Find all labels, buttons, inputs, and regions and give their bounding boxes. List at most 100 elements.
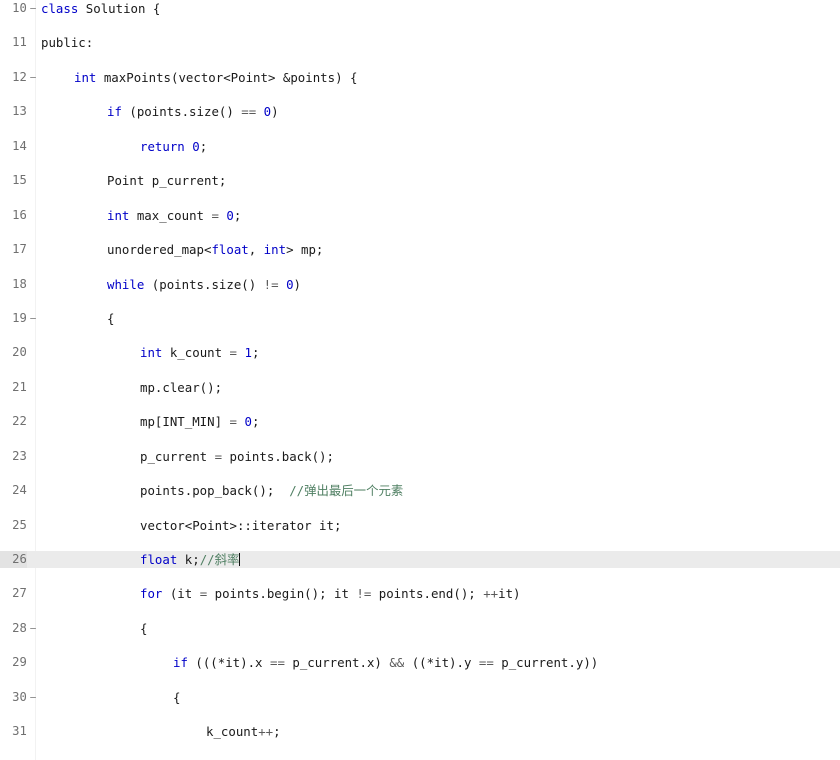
code-line[interactable]: 19− { [0,310,840,327]
line-number: 12 [12,69,27,84]
code-token-op: == [478,655,494,671]
code-token-num: 0 [286,276,294,292]
code-token-pln: Point p_current; [107,173,227,189]
code-token-pln: ) [293,276,301,292]
line-number: 30 [12,689,27,704]
code-token-pln: vector<Point>::iterator it; [140,517,342,533]
code-text: float k;//斜率 [140,551,241,568]
code-token-op: && [389,655,405,671]
code-text: int max_count = 0; [107,207,241,224]
line-number: 17 [12,242,27,257]
code-line[interactable]: 14 return 0; [0,138,840,155]
code-token-pln: p_current.y)) [493,655,599,671]
code-token-pln: ((*it).y [404,655,479,671]
code-text: { [140,620,147,637]
code-text: mp.clear(); [140,379,222,396]
code-line[interactable]: 13 if (points.size() == 0) [0,103,840,120]
code-token-kw: float [140,552,178,568]
code-token-op: = [229,345,237,361]
fold-toggle-icon[interactable]: − [29,0,37,17]
code-token-pln: { [140,620,148,636]
code-line[interactable]: 28− { [0,620,840,637]
code-token-num: 1 [244,345,252,361]
code-token-op: = [229,414,237,430]
line-number: 13 [12,104,27,119]
code-text: if (points.size() == 0) [107,103,279,120]
code-line[interactable]: 18 while (points.size() != 0) [0,276,840,293]
line-number: 11 [12,35,27,50]
code-line[interactable]: 10− class Solution { [0,0,840,17]
code-text: class Solution { [41,0,160,17]
line-number: 23 [12,448,27,463]
line-number: 20 [12,345,27,360]
code-text: unordered_map<float, int> mp; [107,241,323,258]
code-text: k_count++; [206,723,281,740]
code-token-pln: ; [251,414,260,430]
code-line-list[interactable]: 10− class Solution {11 public: 12− int maxPo… [0,0,840,760]
code-token-num: 0 [244,414,252,430]
code-token-pln: mp[INT_MIN] [140,414,230,430]
code-token-pln: p_current [140,448,215,464]
code-token-op: != [263,276,279,292]
line-number: 19 [12,310,27,325]
code-token-pln: public: [41,35,94,51]
code-text: points.pop_back(); //弹出最后一个元素 [140,482,403,499]
code-token-pln: k_count [206,724,259,740]
code-token-pln: (points.size() [121,104,242,120]
code-token-pln: ; [199,138,208,154]
code-text: if (((*it).x == p_current.x) && ((*it).y… [173,654,598,671]
code-token-pln: (it [162,586,200,602]
code-token-pln: ; [233,207,242,223]
code-line[interactable]: 15 Point p_current; [0,172,840,189]
code-line[interactable]: 31 k_count++; [0,723,840,740]
code-token-pln: k; [177,552,200,568]
code-text: return 0; [140,138,207,155]
code-token-kw: if [107,104,122,120]
code-token-pln [256,104,263,119]
code-line[interactable]: 23 p_current = points.back(); [0,448,840,465]
line-number: 15 [12,173,27,188]
line-number: 21 [12,379,27,394]
code-line[interactable]: 11 public: [0,34,840,51]
code-line[interactable]: 30− { [0,689,840,706]
code-token-op: = [214,448,223,464]
line-number: 24 [12,483,27,498]
code-token-cmt: //弹出最后一个元素 [289,483,404,499]
code-text: mp[INT_MIN] = 0; [140,413,259,430]
code-line[interactable]: 16 int max_count = 0; [0,207,840,224]
line-number: 28 [12,620,27,635]
line-number: 16 [12,207,27,222]
code-token-pln: points.pop_back(); [140,483,290,499]
code-text: for (it = points.begin(); it != points.e… [140,585,521,602]
line-number: 29 [12,655,27,670]
code-line[interactable]: 29 if (((*it).x == p_current.x) && ((*it)… [0,654,840,671]
code-line[interactable]: 26 float k;//斜率 [0,551,840,569]
code-line[interactable]: 22 mp[INT_MIN] = 0; [0,413,840,430]
text-caret [239,553,241,567]
fold-toggle-icon[interactable]: − [29,620,37,637]
code-token-kw: int [263,242,287,258]
code-token-op: == [241,104,257,120]
code-token-pln: ; [251,345,260,361]
code-token-pln: it) [498,586,521,602]
code-line[interactable]: 12− int maxPoints(vector<Point> &points) … [0,69,840,86]
line-number: 10 [12,1,27,15]
code-line[interactable]: 20 int k_count = 1; [0,344,840,361]
fold-toggle-icon[interactable]: − [29,689,37,706]
code-line[interactable]: 21 mp.clear(); [0,379,840,396]
code-text: public: [41,34,93,51]
code-line[interactable]: 24 points.pop_back(); //弹出最后一个元素 [0,482,840,499]
code-token-kw: int [74,69,97,85]
code-line[interactable]: 17 unordered_map<float, int> mp; [0,241,840,258]
code-editor[interactable]: 10− class Solution {11 public: 12− int maxPo… [0,0,840,760]
code-token-pln: { [107,310,115,326]
code-line[interactable]: 27 for (it = points.begin(); it != points… [0,585,840,602]
code-token-kw: if [173,655,188,671]
line-number: 18 [12,276,27,291]
code-token-pln: unordered_map< [107,242,212,258]
fold-toggle-icon[interactable]: − [29,69,37,86]
code-line[interactable]: 25 vector<Point>::iterator it; [0,517,840,534]
code-text: { [107,310,114,327]
code-token-pln: max_count [129,207,212,223]
fold-toggle-icon[interactable]: − [29,310,37,327]
